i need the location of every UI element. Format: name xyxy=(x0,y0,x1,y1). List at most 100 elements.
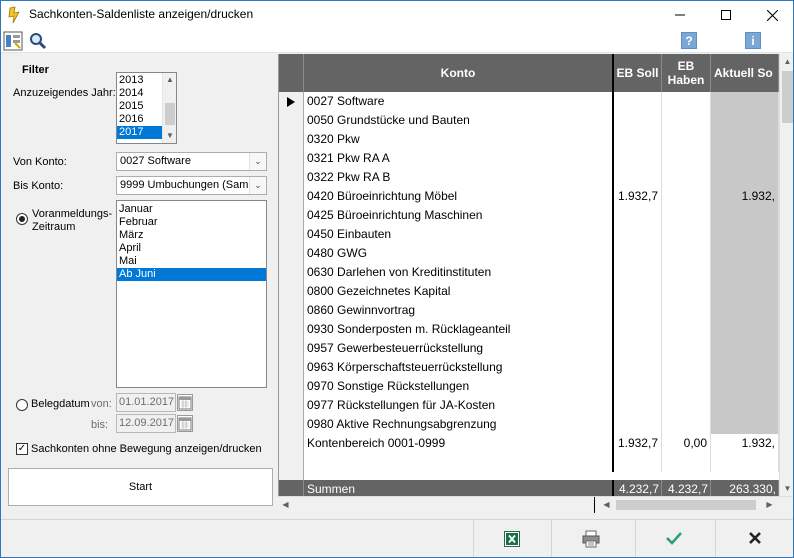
from-account-combo[interactable]: 0027 Software ⌄ xyxy=(116,152,267,171)
date-to-field[interactable]: 12.09.2017 xyxy=(116,414,176,433)
period-radio-label: Zeitraum xyxy=(32,221,76,233)
account-grid[interactable]: Konto EB Soll EB Haben Aktuell So 0027 S… xyxy=(278,54,793,496)
cell-aktuell-soll xyxy=(711,130,779,149)
year-item-selected[interactable]: 2017 xyxy=(117,126,163,139)
info-icon[interactable]: i xyxy=(745,32,761,49)
table-row[interactable]: 0970 Sonstige Rückstellungen xyxy=(304,377,779,396)
calendar-from-button[interactable] xyxy=(177,394,193,411)
title-bar: Sachkonten-Saldenliste anzeigen/drucken xyxy=(1,1,793,29)
chevron-down-icon[interactable]: ⌄ xyxy=(249,177,266,194)
table-row[interactable]: 0320 Pkw xyxy=(304,130,779,149)
table-row[interactable]: 0977 Rückstellungen für JA-Kosten xyxy=(304,396,779,415)
table-row[interactable]: 0420 Büroeinrichtung Möbel 1.932,7 1.932, xyxy=(304,187,779,206)
date-from-field[interactable]: 01.01.2017 xyxy=(116,393,176,412)
app-window: Sachkonten-Saldenliste anzeigen/drucken … xyxy=(0,0,794,558)
cell-konto: 0977 Rückstellungen für JA-Kosten xyxy=(304,396,614,415)
scroll-down-icon[interactable]: ▼ xyxy=(163,129,176,143)
period-item[interactable]: Januar xyxy=(117,203,266,216)
year-item[interactable]: 2016 xyxy=(117,113,163,126)
cell-eb-haben xyxy=(662,263,711,282)
year-item[interactable]: 2015 xyxy=(117,100,163,113)
belegdatum-radio[interactable] xyxy=(16,399,28,411)
start-button[interactable]: Start xyxy=(8,468,273,506)
no-movement-checkbox[interactable]: ✓ xyxy=(16,443,28,455)
scroll-right-icon[interactable]: ▶ xyxy=(762,497,777,513)
table-row[interactable]: 0425 Büroeinrichtung Maschinen xyxy=(304,206,779,225)
cell-konto: 0630 Darlehen von Kreditinstituten xyxy=(304,263,614,282)
table-row[interactable]: 0630 Darlehen von Kreditinstituten xyxy=(304,263,779,282)
table-row[interactable]: 0930 Sonderposten m. Rücklageanteil xyxy=(304,320,779,339)
cell-eb-soll xyxy=(614,149,662,168)
period-item-selected[interactable]: Ab Juni xyxy=(117,268,266,281)
period-radio[interactable] xyxy=(16,213,28,225)
table-row[interactable]: 0027 Software xyxy=(304,92,779,111)
no-movement-label: Sachkonten ohne Bewegung anzeigen/drucke… xyxy=(31,443,262,455)
column-header-konto[interactable]: Konto xyxy=(304,54,614,92)
period-item[interactable]: Februar xyxy=(117,216,266,229)
period-item[interactable]: April xyxy=(117,242,266,255)
toolbar: ? i xyxy=(1,29,793,53)
bis-label: bis: xyxy=(91,419,109,431)
cell-eb-soll: 1.932,7 xyxy=(614,434,662,453)
table-row[interactable]: 0957 Gewerbesteuerrückstellung xyxy=(304,339,779,358)
cell-aktuell-soll xyxy=(711,206,779,225)
cell-eb-haben xyxy=(662,415,711,434)
export-excel-button[interactable] xyxy=(473,520,551,557)
to-account-combo[interactable]: 9999 Umbuchungen (Samm ⌄ xyxy=(116,176,267,195)
minimize-button[interactable] xyxy=(657,1,703,29)
column-header-aktuell-soll[interactable]: Aktuell So xyxy=(711,54,779,92)
scroll-left-icon[interactable]: ◀ xyxy=(278,497,293,513)
search-icon[interactable] xyxy=(28,31,48,51)
cell-konto: 0957 Gewerbesteuerrückstellung xyxy=(304,339,614,358)
cell-konto: 0321 Pkw RA A xyxy=(304,149,614,168)
scroll-left-icon[interactable]: ◀ xyxy=(599,497,614,513)
scroll-down-icon[interactable]: ▼ xyxy=(780,481,793,496)
scroll-up-icon[interactable]: ▲ xyxy=(780,54,793,69)
layout-edit-icon[interactable] xyxy=(3,31,23,51)
grid-horizontal-scrollbar[interactable]: ◀ ◀ ▶ xyxy=(278,496,793,513)
cell-konto: 0480 GWG xyxy=(304,244,614,263)
table-row[interactable] xyxy=(304,453,779,472)
column-header-eb-haben[interactable]: EB Haben xyxy=(662,54,711,92)
year-item[interactable]: 2013 xyxy=(117,74,163,87)
period-listbox[interactable]: Januar Februar März April Mai Ab Juni xyxy=(116,200,267,388)
h-scroll-thumb[interactable] xyxy=(616,500,756,510)
cell-eb-soll xyxy=(614,130,662,149)
table-row[interactable]: 0963 Körperschaftsteuerrückstellung xyxy=(304,358,779,377)
table-row[interactable]: 0980 Aktive Rechnungsabgrenzung xyxy=(304,415,779,434)
year-item[interactable]: 2014 xyxy=(117,87,163,100)
ok-button[interactable] xyxy=(635,520,713,557)
calendar-to-button[interactable] xyxy=(177,415,193,432)
table-row[interactable]: 0480 GWG xyxy=(304,244,779,263)
year-listbox[interactable]: 2013 2014 2015 2016 2017 ▲ ▼ xyxy=(116,72,177,144)
table-row[interactable]: 0322 Pkw RA B xyxy=(304,168,779,187)
cell-konto: 0450 Einbauten xyxy=(304,225,614,244)
cell-eb-haben xyxy=(662,339,711,358)
cell-aktuell-soll xyxy=(711,263,779,282)
cell-aktuell-soll xyxy=(711,339,779,358)
bottom-button-bar xyxy=(1,519,793,557)
cell-eb-soll xyxy=(614,320,662,339)
help-icon[interactable]: ? xyxy=(681,32,697,49)
scroll-up-icon[interactable]: ▲ xyxy=(163,73,176,87)
grid-vertical-scrollbar[interactable]: ▲ ▼ xyxy=(779,54,793,496)
table-row[interactable]: Kontenbereich 0001-0999 1.932,7 0,00 1.932, xyxy=(304,434,779,453)
chevron-down-icon[interactable]: ⌄ xyxy=(249,153,266,170)
column-header-eb-soll[interactable]: EB Soll xyxy=(614,54,662,92)
period-item[interactable]: März xyxy=(117,229,266,242)
printer-icon xyxy=(582,530,600,548)
period-item[interactable]: Mai xyxy=(117,255,266,268)
table-row[interactable]: 0450 Einbauten xyxy=(304,225,779,244)
table-row[interactable]: 0800 Gezeichnetes Kapital xyxy=(304,282,779,301)
maximize-button[interactable] xyxy=(703,1,749,29)
table-row[interactable]: 0050 Grundstücke und Bauten xyxy=(304,111,779,130)
print-button[interactable] xyxy=(551,520,629,557)
cancel-button[interactable] xyxy=(715,520,793,557)
table-row[interactable]: 0321 Pkw RA A xyxy=(304,149,779,168)
scroll-thumb[interactable] xyxy=(165,103,175,125)
cell-eb-haben xyxy=(662,320,711,339)
grid-scroll-thumb[interactable] xyxy=(782,71,793,123)
table-row[interactable]: 0860 Gewinnvortrag xyxy=(304,301,779,320)
year-scrollbar[interactable]: ▲ ▼ xyxy=(162,73,176,143)
close-window-button[interactable] xyxy=(749,1,793,29)
